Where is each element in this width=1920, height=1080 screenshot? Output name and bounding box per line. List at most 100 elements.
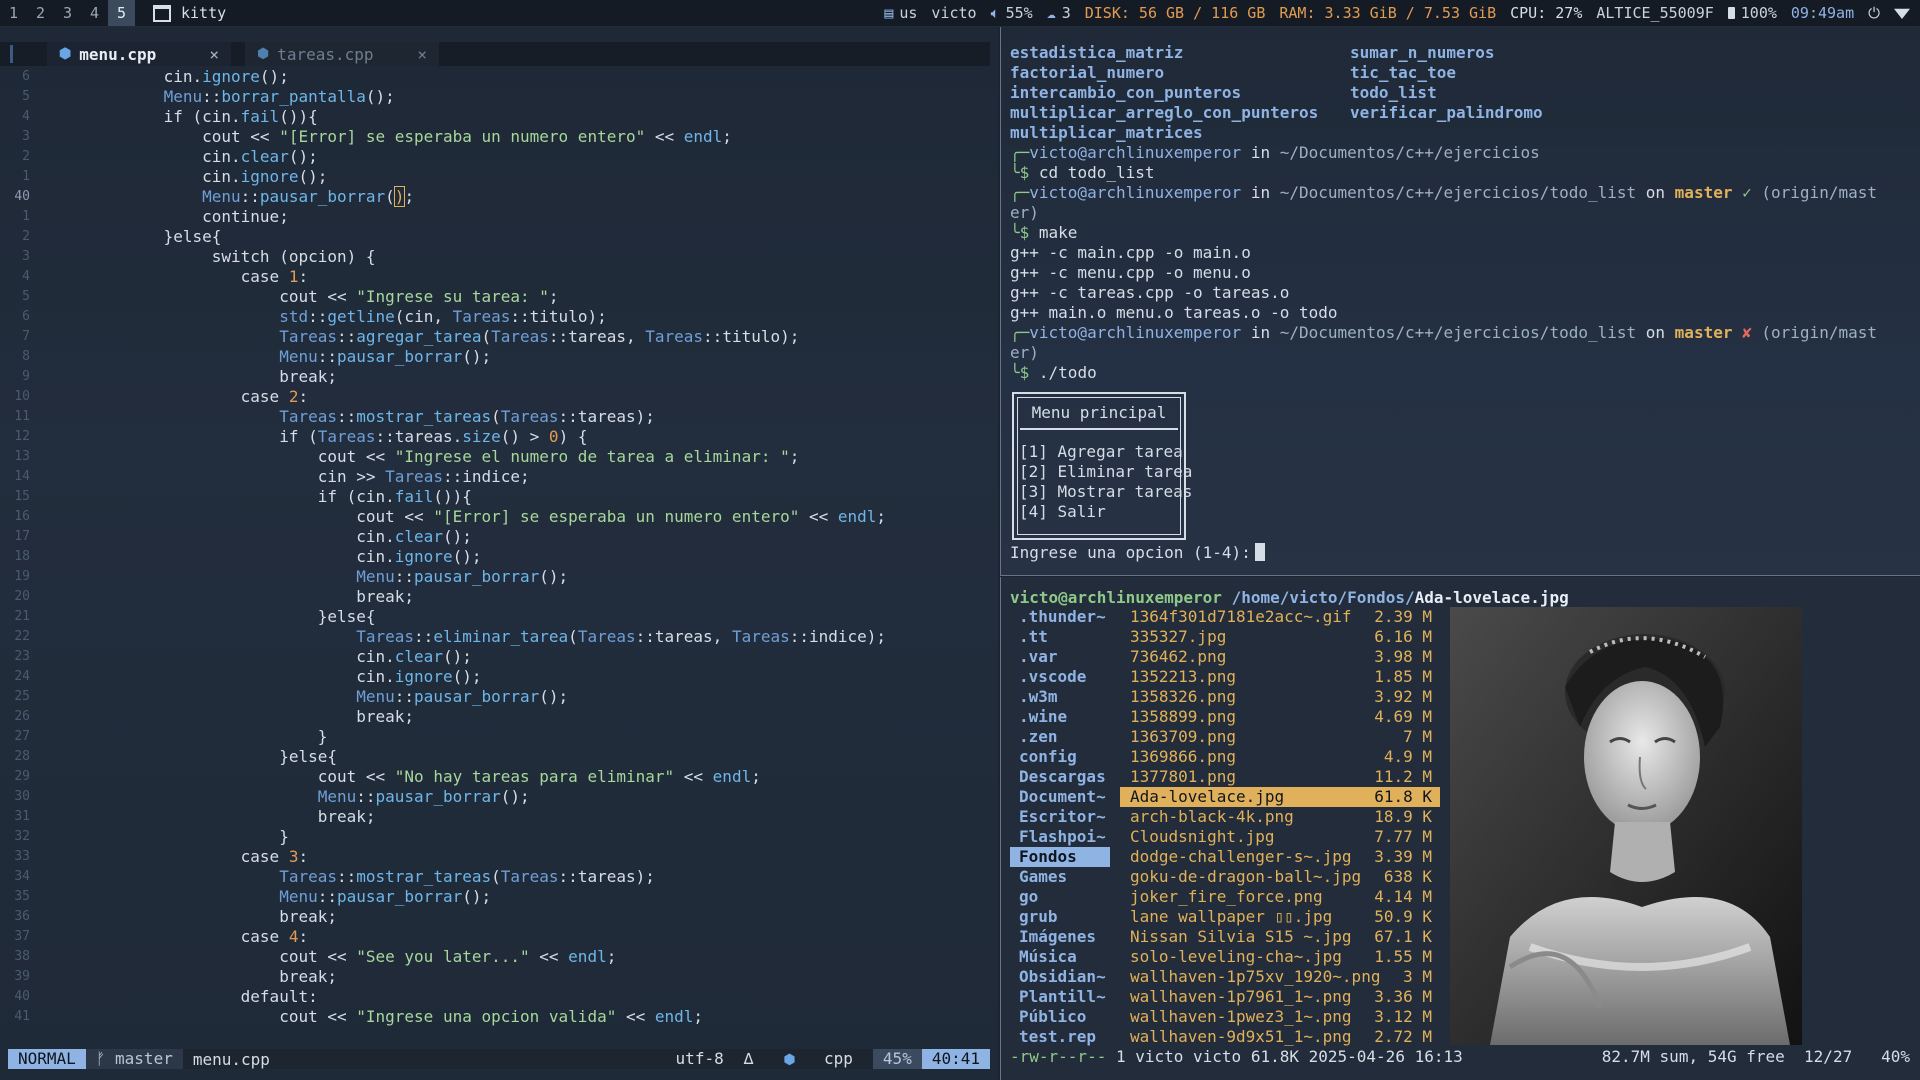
directory-item[interactable]: .vscode xyxy=(1010,667,1110,687)
directory-item[interactable]: .wine xyxy=(1010,707,1110,727)
directory-item[interactable]: Document~ xyxy=(1010,787,1110,807)
scroll-percent: 45% xyxy=(872,1049,922,1069)
file-item[interactable]: wallhaven-1p7961_1~.png 3.36 M xyxy=(1120,987,1440,1007)
directory-item[interactable]: Público xyxy=(1010,1007,1110,1027)
file-item[interactable]: Nissan Silvia S15 ~.jpg 67.1 K xyxy=(1120,927,1440,947)
updates[interactable]: ☁ 3 xyxy=(1047,4,1071,22)
directory-item[interactable]: .w3m xyxy=(1010,687,1110,707)
code-line: break; xyxy=(48,707,415,726)
line-number: 33 xyxy=(14,849,30,864)
file-name: 736462.png xyxy=(1130,647,1227,666)
line-number: 8 xyxy=(22,349,30,364)
tab-menu-cpp[interactable]: ⬢ menu.cpp × xyxy=(47,42,231,66)
workspace-1[interactable]: 1 xyxy=(0,0,27,26)
file-item[interactable]: 335327.jpg 6.16 M xyxy=(1120,627,1440,647)
file-item[interactable]: arch-black-4k.png 18.9 K xyxy=(1120,807,1440,827)
file-item[interactable]: goku-de-dragon-ball~.jpg 638 K xyxy=(1120,867,1440,887)
directory-item[interactable]: Música xyxy=(1010,947,1110,967)
file-item[interactable]: solo-leveling-cha~.jpg 1.55 M xyxy=(1120,947,1440,967)
directory-item[interactable]: test.rep xyxy=(1010,1027,1110,1047)
file-item[interactable]: 1358899.png 4.69 M xyxy=(1120,707,1440,727)
make-output: g++ main.o menu.o tareas.o -o todo xyxy=(1010,303,1338,322)
code-line: cout << "[Error] se esperaba un numero e… xyxy=(48,507,887,526)
file-item[interactable]: 1377801.png 11.2 M xyxy=(1120,767,1440,787)
keyboard-layout[interactable]: ▤ us xyxy=(884,4,917,22)
file-item[interactable]: wallhaven-1pwez3_1~.png 3.12 M xyxy=(1120,1007,1440,1027)
user-label: victo xyxy=(931,4,977,22)
file-size: 2.72 M xyxy=(1374,1027,1432,1046)
workspace-5[interactable]: 5 xyxy=(108,0,135,26)
directory-item[interactable]: Plantill~ xyxy=(1010,987,1110,1007)
code-line: Menu::pausar_borrar(); xyxy=(279,347,492,366)
line-number: 13 xyxy=(14,449,30,464)
file-size: 1.85 M xyxy=(1374,667,1432,686)
code-line: } xyxy=(48,827,289,846)
directory-item[interactable]: Obsidian~ xyxy=(1010,967,1110,987)
option-input-line[interactable]: Ingrese una opcion (1-4): xyxy=(1010,543,1265,563)
workspace-3[interactable]: 3 xyxy=(54,0,81,26)
editor-statusline: NORMAL ᚠ master menu.cpp utf-8 ∆ ⬢ cpp 4… xyxy=(8,1049,990,1069)
file-item[interactable]: 1358326.png 3.92 M xyxy=(1120,687,1440,707)
network-name[interactable]: ALTICE_55009F xyxy=(1596,4,1713,22)
file-size: 3.39 M xyxy=(1374,847,1432,866)
code-line: cin.ignore(); xyxy=(48,667,482,686)
file-manager[interactable]: victo@archlinuxemperor /home/victo/Fondo… xyxy=(1000,577,1920,1080)
code-line: break; xyxy=(48,967,337,986)
file-item[interactable]: wallhaven-9d9x51_1~.png 2.72 M xyxy=(1120,1027,1440,1047)
workspace-2[interactable]: 2 xyxy=(27,0,54,26)
tabbar-marker xyxy=(10,45,13,63)
battery: 100% xyxy=(1727,4,1777,22)
file-item[interactable]: wallhaven-1p75xv_1920~.png 3 M xyxy=(1120,967,1440,987)
tab-tareas-cpp[interactable]: ⬢ tareas.cpp × xyxy=(245,42,439,66)
power-icon[interactable]: ⏻ xyxy=(1868,4,1880,22)
directory-item[interactable]: Escritor~ xyxy=(1010,807,1110,827)
line-number: 26 xyxy=(14,709,30,724)
directory-item[interactable]: config xyxy=(1010,747,1110,767)
file-item[interactable]: Cloudsnight.jpg 7.77 M xyxy=(1120,827,1440,847)
shell-prompt-wrap: er) xyxy=(1010,343,1039,362)
workspace-4[interactable]: 4 xyxy=(81,0,108,26)
file-name: wallhaven-9d9x51_1~.png xyxy=(1130,1027,1352,1046)
directory-item[interactable]: Imágenes xyxy=(1010,927,1110,947)
directory-item[interactable]: Fondos xyxy=(1010,847,1110,867)
directory-item[interactable]: go xyxy=(1010,887,1110,907)
cpp-file-icon: ⬢ xyxy=(59,46,72,62)
file-size: 61.8 K xyxy=(1374,787,1432,806)
file-item[interactable]: joker_fire_force.png 4.14 M xyxy=(1120,887,1440,907)
terminal[interactable]: estadistica_matriz factorial_numero inte… xyxy=(1000,27,1920,576)
file-size: 50.9 K xyxy=(1374,907,1432,926)
code-editor[interactable]: ⬢ menu.cpp × ⬢ tareas.cpp × 6 cin.ignore… xyxy=(0,27,998,1080)
file-item[interactable]: 1369866.png 4.9 M xyxy=(1120,747,1440,767)
file-item[interactable]: lane wallpaper ▯▯.jpg 50.9 K xyxy=(1120,907,1440,927)
wifi-icon[interactable] xyxy=(1894,8,1910,19)
directory-item[interactable]: Descargas xyxy=(1010,767,1110,787)
file-item[interactable]: dodge-challenger-s~.jpg 3.39 M xyxy=(1120,847,1440,867)
code-line: case 2: xyxy=(48,387,309,406)
menu-option: [4] Salir xyxy=(1019,502,1106,521)
file-item[interactable]: Ada-lovelace.jpg 61.8 K xyxy=(1120,787,1440,807)
file-item[interactable]: 1352213.png 1.85 M xyxy=(1120,667,1440,687)
directory-item[interactable]: .zen xyxy=(1010,727,1110,747)
file-size: 638 K xyxy=(1383,867,1432,886)
directory-item[interactable]: Games xyxy=(1010,867,1110,887)
directory-item[interactable]: .tt xyxy=(1010,627,1110,647)
directory-item[interactable]: .thunder~ xyxy=(1010,607,1110,627)
file-item[interactable]: 736462.png 3.98 M xyxy=(1120,647,1440,667)
code-line: cout << "Ingrese el numero de tarea a el… xyxy=(48,447,800,466)
volume[interactable]: 🔈︎ 55% xyxy=(991,4,1033,22)
line-number: 22 xyxy=(14,629,30,644)
close-icon[interactable]: × xyxy=(417,45,427,64)
window-title-label: kitty xyxy=(181,4,227,22)
file-item[interactable]: 1363709.png 7 M xyxy=(1120,727,1440,747)
keyboard-icon: ▤ xyxy=(884,4,894,22)
ls-entry: verificar_palindromo xyxy=(1350,103,1543,122)
code-line-current: Menu::pausar_borrar(); xyxy=(202,186,415,207)
ram-usage: RAM: 3.33 GiB / 7.53 GiB xyxy=(1279,4,1497,22)
line-number: 20 xyxy=(14,589,30,604)
file-item[interactable]: 1364f301d7181e2acc~.gif 2.39 M xyxy=(1120,607,1440,627)
code-area[interactable]: 6 cin.ignore(); 5 Menu::borrar_pantalla(… xyxy=(0,67,998,1027)
directory-item[interactable]: .var xyxy=(1010,647,1110,667)
directory-item[interactable]: Flashpoi~ xyxy=(1010,827,1110,847)
directory-item[interactable]: grub xyxy=(1010,907,1110,927)
close-icon[interactable]: × xyxy=(209,45,219,64)
